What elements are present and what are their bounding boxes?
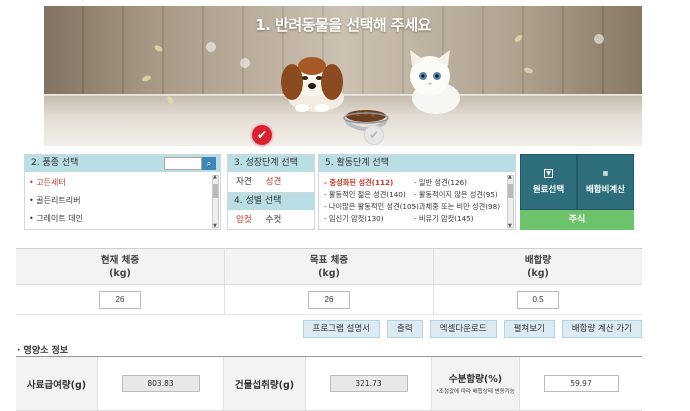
- banner-title: 1. 반려동물을 선택해 주세요: [255, 16, 431, 34]
- activity-option[interactable]: - 과체중 또는 비만 성견(98): [414, 201, 500, 213]
- current-weight-header: 현재 체중 (kg): [16, 249, 224, 285]
- breed-list-scrollbar[interactable]: [212, 174, 219, 229]
- mix-amount-input[interactable]: [517, 290, 559, 309]
- current-weight-cell: [16, 285, 224, 315]
- stage-panel: 3. 성장단계 선택 자견 성견: [227, 154, 315, 193]
- header-unit: (kg): [527, 268, 549, 279]
- program-manual-button[interactable]: 프로그램 설명서: [302, 320, 380, 338]
- gender-panel-header: 4. 성별 선택: [227, 193, 315, 210]
- header-line: 목표 체중: [309, 255, 349, 266]
- dry-matter-cell: 321.73: [306, 357, 432, 410]
- stage-options: 자견 성견: [228, 172, 314, 190]
- mix-amount-cell: [433, 285, 642, 315]
- moisture-label-cell: 수분함량(%) *조정값에 따라 배합상태 변동가능: [432, 357, 520, 410]
- dog-select-check-icon[interactable]: ✔: [252, 125, 272, 145]
- expand-button[interactable]: 펼쳐보기: [503, 320, 555, 338]
- paw-icon: [240, 58, 250, 68]
- nutrition-table: 사료급여량(g) 803.83 건물섭취량(g) 321.73 수분함량(%) …: [16, 357, 642, 411]
- mix-ratio-calc-label: 배합비계산: [585, 185, 626, 195]
- breed-search: ⌕: [164, 157, 216, 170]
- feed-amount-label: 사료급여량(g): [16, 357, 98, 410]
- main-food-button[interactable]: 주식: [520, 210, 634, 230]
- current-weight-input[interactable]: [99, 290, 141, 309]
- header-unit: (kg): [318, 268, 340, 279]
- nutrition-section-title: · 영양소 정보: [17, 346, 69, 356]
- go-mix-calc-button[interactable]: 배합량 계산 가기: [561, 320, 642, 338]
- cat-select-check-icon[interactable]: ✔: [364, 125, 384, 145]
- stage-option-puppy[interactable]: 자견: [236, 175, 252, 187]
- breed-list-item[interactable]: • 그레이트 데인: [29, 212, 220, 230]
- activity-options: - 중성화된 성견(112) - 일반 성견(126) - 활동적인 젊은 성견(…: [319, 172, 515, 225]
- weight-table: 현재 체중 (kg) 목표 체중 (kg) 배합량 (kg): [16, 248, 642, 315]
- gender-option-female[interactable]: 암컷: [236, 213, 252, 225]
- feed-amount-cell: 803.83: [98, 357, 224, 410]
- breed-item-label: 그레이트 데인: [36, 214, 83, 223]
- cat-image[interactable]: [400, 46, 466, 116]
- activity-option[interactable]: - 중성화된 성견(112): [324, 177, 414, 189]
- dry-matter-value: 321.73: [329, 375, 408, 392]
- stage-panel-header: 3. 성장단계 선택: [228, 155, 314, 172]
- activity-option[interactable]: - 활동적인 젊은 성견(140): [324, 189, 414, 201]
- gender-option-male[interactable]: 수컷: [266, 213, 282, 225]
- mix-ratio-calc-button[interactable]: ▦ 배합비계산: [577, 154, 634, 210]
- breed-panel: 2. 품종 선택 ⌕ • 고든세터 • 골든리트리버 • 그레이트 데인: [24, 154, 221, 230]
- activity-option[interactable]: - 비유기 암컷(145): [414, 213, 474, 225]
- feed-amount-value: 803.83: [121, 375, 200, 392]
- target-weight-input[interactable]: [308, 290, 350, 309]
- breed-list: • 고든세터 • 골든리트리버 • 그레이트 데인: [25, 172, 220, 230]
- activity-panel: 5. 활동단계 선택 - 중성화된 성견(112) - 일반 성견(126) - …: [318, 154, 516, 230]
- moisture-label: 수분함량(%): [448, 374, 503, 385]
- print-button[interactable]: 출력: [387, 320, 423, 338]
- animal-select-banner: 1. 반려동물을 선택해 주세요: [44, 6, 642, 146]
- breed-item-label: 골든리트리버: [36, 196, 81, 205]
- target-weight-header: 목표 체중 (kg): [224, 249, 433, 285]
- action-toolbar: 프로그램 설명서 출력 엑셀다운로드 펼쳐보기 배합량 계산 가기: [302, 320, 642, 338]
- moisture-cell: 59.97: [520, 357, 642, 410]
- search-icon[interactable]: ⌕: [202, 157, 216, 170]
- stage-option-adult[interactable]: 성견: [266, 175, 282, 187]
- raw-material-select-label: 원료선택: [532, 185, 565, 195]
- activity-option[interactable]: - 활동적이지 않은 성견(95): [414, 189, 498, 201]
- mix-amount-header: 배합량 (kg): [433, 249, 642, 285]
- header-line: 현재 체중: [100, 255, 140, 266]
- activity-list-scrollbar[interactable]: [507, 174, 514, 229]
- calculator-icon: ▦: [602, 170, 609, 177]
- header-unit: (kg): [109, 268, 131, 279]
- moisture-input[interactable]: 59.97: [543, 375, 619, 392]
- moisture-note: *조정값에 따라 배합상태 변동가능: [436, 389, 515, 395]
- paw-icon: [594, 34, 604, 44]
- paw-icon: [206, 42, 216, 52]
- header-line: 배합량: [524, 255, 552, 266]
- raw-material-select-button[interactable]: ▼ 원료선택: [520, 154, 577, 210]
- excel-download-button[interactable]: 엑셀다운로드: [429, 320, 497, 338]
- activity-option[interactable]: - 나이많은 활동적인 성견(105): [324, 201, 419, 213]
- activity-option[interactable]: - 일반 성견(126): [414, 177, 467, 189]
- activity-option[interactable]: - 임신기 암컷(130): [324, 213, 414, 225]
- breed-search-input[interactable]: [164, 157, 202, 170]
- breed-item-label: 고든세터: [36, 178, 66, 187]
- dry-matter-label: 건물섭취량(g): [224, 357, 306, 410]
- breed-list-item[interactable]: • 골든리트리버: [29, 194, 220, 212]
- target-weight-cell: [224, 285, 433, 315]
- breed-list-item[interactable]: • 고든세터: [29, 176, 220, 194]
- activity-panel-header: 5. 활동단계 선택: [319, 155, 515, 172]
- gender-panel: 암컷 수컷: [227, 210, 315, 230]
- chevron-down-icon: ▼: [544, 169, 553, 178]
- gender-options: 암컷 수컷: [228, 210, 314, 228]
